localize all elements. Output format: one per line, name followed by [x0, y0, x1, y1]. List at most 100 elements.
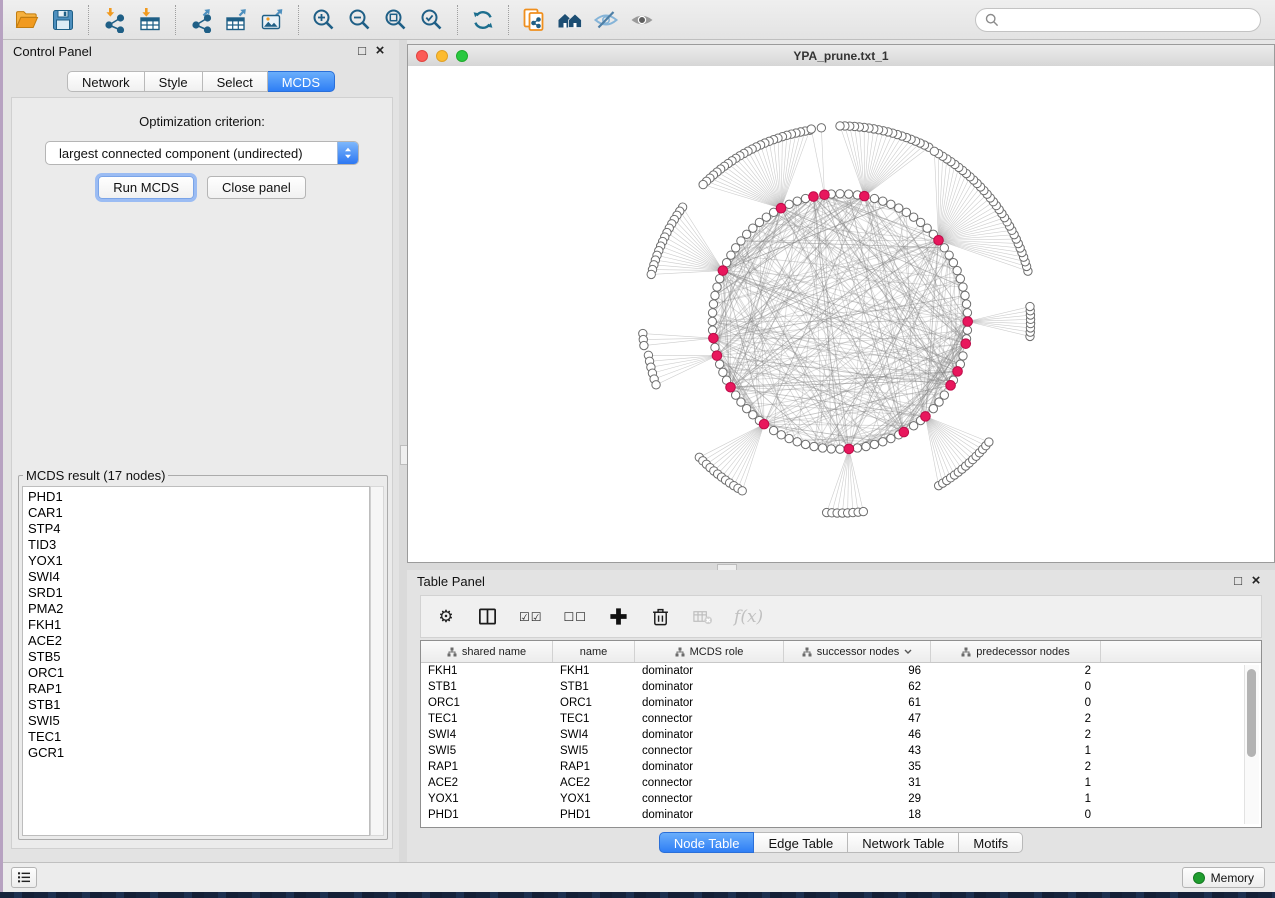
table-row[interactable]: ORC1ORC1dominator610: [421, 695, 1261, 711]
mcds-result-item[interactable]: GCR1: [23, 745, 369, 761]
mcds-result-item[interactable]: FKH1: [23, 617, 369, 633]
task-history-button[interactable]: [11, 867, 37, 888]
zoom-fit-button[interactable]: [378, 4, 414, 36]
column-header-shared-name[interactable]: shared name: [421, 641, 553, 662]
mcds-result-item[interactable]: ACE2: [23, 633, 369, 649]
table-row[interactable]: PHD1PHD1dominator180: [421, 807, 1261, 823]
mcds-result-item[interactable]: STB1: [23, 697, 369, 713]
memory-button[interactable]: Memory: [1182, 867, 1265, 888]
close-panel-icon[interactable]: ×: [1247, 572, 1265, 590]
export-table-button[interactable]: [219, 4, 255, 36]
delete-column-button[interactable]: [650, 605, 671, 629]
export-image-button[interactable]: [255, 4, 291, 36]
table-row[interactable]: YOX1YOX1connector291: [421, 791, 1261, 807]
network-graph: [408, 66, 1274, 562]
column-header-successor-nodes[interactable]: successor nodes: [784, 641, 931, 662]
show-all-button[interactable]: [624, 4, 660, 36]
status-bar: Memory: [3, 862, 1275, 892]
table-row[interactable]: ACE2ACE2connector311: [421, 775, 1261, 791]
mcds-result-item[interactable]: PHD1: [23, 489, 369, 505]
export-network-button[interactable]: [183, 4, 219, 36]
float-panel-icon[interactable]: □: [1229, 572, 1247, 590]
table-scrollbar[interactable]: [1244, 665, 1259, 824]
mcds-result-item[interactable]: TID3: [23, 537, 369, 553]
run-mcds-button[interactable]: Run MCDS: [98, 176, 194, 199]
column-visibility-button[interactable]: [477, 605, 498, 629]
tab-edge-table[interactable]: Edge Table: [754, 832, 848, 853]
table-row[interactable]: FKH1FKH1dominator962: [421, 663, 1261, 679]
table-cell: RAP1: [553, 761, 635, 773]
save-button[interactable]: [45, 4, 81, 36]
table-cell: 2: [931, 713, 1101, 725]
column-header-name[interactable]: name: [553, 641, 635, 662]
mcds-tab-content: Optimization criterion: largest connecte…: [11, 97, 393, 849]
houses-icon: [557, 7, 583, 33]
table-cell: SWI5: [553, 745, 635, 757]
tab-network[interactable]: Network: [67, 71, 145, 92]
table-cell: 2: [931, 761, 1101, 773]
open-file-button[interactable]: [9, 4, 45, 36]
table-tabbar: Node TableEdge TableNetwork TableMotifs: [407, 832, 1275, 853]
unselect-all-button[interactable]: ☐☐: [564, 605, 588, 629]
vertical-splitter[interactable]: [399, 40, 407, 862]
mcds-result-item[interactable]: PMA2: [23, 601, 369, 617]
scrollbar-thumb[interactable]: [1247, 669, 1256, 757]
table-row[interactable]: RAP1RAP1dominator352: [421, 759, 1261, 775]
hide-selected-button[interactable]: [588, 4, 624, 36]
first-neighbors-button[interactable]: [552, 4, 588, 36]
tab-select[interactable]: Select: [203, 71, 268, 92]
mcds-result-item[interactable]: YOX1: [23, 553, 369, 569]
table-row[interactable]: STB1STB1dominator620: [421, 679, 1261, 695]
column-header-predecessor-nodes[interactable]: predecessor nodes: [931, 641, 1101, 662]
tab-network-table[interactable]: Network Table: [848, 832, 959, 853]
import-network-button[interactable]: [96, 4, 132, 36]
tab-mcds[interactable]: MCDS: [268, 71, 335, 92]
column-type-icon: [802, 647, 812, 657]
criterion-dropdown[interactable]: largest connected component (undirected): [45, 141, 359, 165]
table-cell: 47: [784, 713, 931, 725]
table-settings-button[interactable]: ⚙: [436, 605, 456, 629]
zoom-in-button[interactable]: [306, 4, 342, 36]
table-row[interactable]: TEC1TEC1connector472: [421, 711, 1261, 727]
import-table-button[interactable]: [132, 4, 168, 36]
column-type-icon: [675, 647, 685, 657]
table-cell: 35: [784, 761, 931, 773]
float-panel-icon[interactable]: □: [353, 42, 371, 60]
horizontal-splitter[interactable]: [407, 563, 1275, 570]
open-folder-icon: [14, 7, 40, 33]
search-input[interactable]: [1004, 11, 1251, 28]
column-label: predecessor nodes: [976, 646, 1070, 658]
mcds-result-item[interactable]: SWI5: [23, 713, 369, 729]
refresh-view-button[interactable]: [465, 4, 501, 36]
column-header-MCDS-role[interactable]: MCDS role: [635, 641, 784, 662]
mcds-result-item[interactable]: STP4: [23, 521, 369, 537]
add-column-button[interactable]: [608, 605, 629, 629]
network-canvas[interactable]: [408, 66, 1274, 562]
delete-table-button[interactable]: [692, 605, 713, 629]
zoom-out-button[interactable]: [342, 4, 378, 36]
list-scrollbar[interactable]: [370, 486, 384, 836]
mcds-result-item[interactable]: ORC1: [23, 665, 369, 681]
list-icon: [18, 871, 30, 884]
duplicate-network-button[interactable]: [516, 4, 552, 36]
mcds-result-item[interactable]: CAR1: [23, 505, 369, 521]
select-all-button[interactable]: ☑☑: [519, 605, 543, 629]
table-cell: YOX1: [553, 793, 635, 805]
function-builder-button[interactable]: f(x): [734, 605, 763, 629]
table-row[interactable]: SWI4SWI4dominator462: [421, 727, 1261, 743]
zoom-selected-button[interactable]: [414, 4, 450, 36]
mcds-result-item[interactable]: RAP1: [23, 681, 369, 697]
mcds-result-item[interactable]: STB5: [23, 649, 369, 665]
close-panel-icon[interactable]: ×: [371, 42, 389, 60]
table-cell: 1: [931, 745, 1101, 757]
table-cell: SWI4: [553, 729, 635, 741]
mcds-result-item[interactable]: SRD1: [23, 585, 369, 601]
tab-node-table[interactable]: Node Table: [659, 832, 755, 853]
tab-motifs[interactable]: Motifs: [959, 832, 1023, 853]
close-panel-button[interactable]: Close panel: [207, 176, 306, 199]
table-row[interactable]: SWI5SWI5connector431: [421, 743, 1261, 759]
column-type-icon: [961, 647, 971, 657]
mcds-result-item[interactable]: TEC1: [23, 729, 369, 745]
mcds-result-item[interactable]: SWI4: [23, 569, 369, 585]
tab-style[interactable]: Style: [145, 71, 203, 92]
